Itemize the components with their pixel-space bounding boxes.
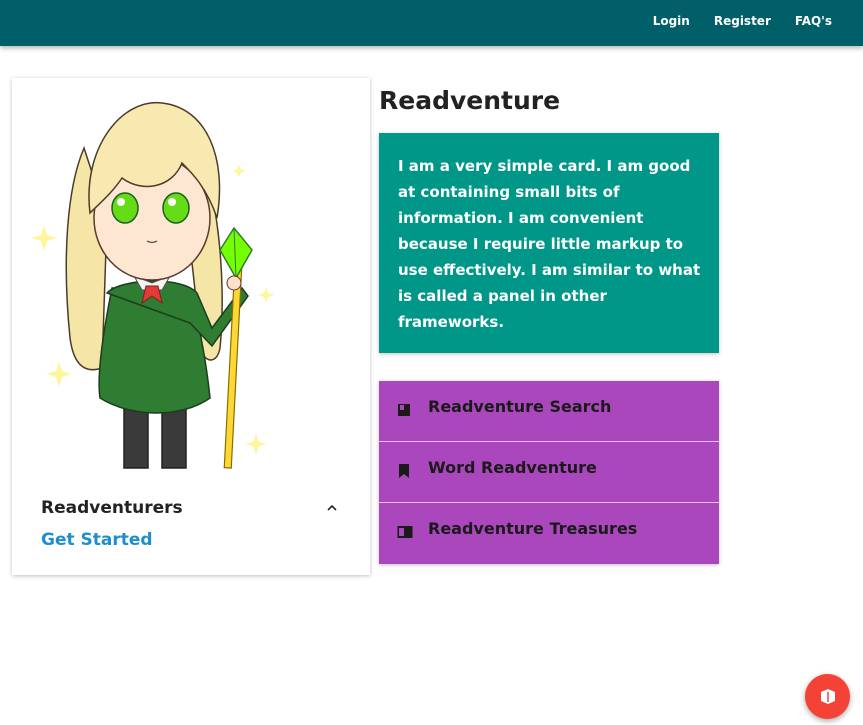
book-icon xyxy=(398,404,410,416)
nav-links: Login Register FAQ's xyxy=(653,0,832,42)
bookmark-icon xyxy=(399,464,409,478)
floating-action-button[interactable] xyxy=(805,674,850,719)
nav-faq-link[interactable]: FAQ's xyxy=(795,14,832,28)
menu-item-readventure-treasures[interactable]: Readventure Treasures xyxy=(379,503,719,564)
card-title: Readventurers xyxy=(41,498,183,518)
character-illustration xyxy=(31,102,274,469)
info-card-text: I am a very simple card. I am good at co… xyxy=(398,157,701,331)
get-started-link[interactable]: Get Started xyxy=(41,530,153,550)
chevron-up-icon[interactable] xyxy=(325,501,339,515)
menu-item-readventure-search[interactable]: Readventure Search xyxy=(379,381,719,442)
menu-item-label: Readventure Treasures xyxy=(428,519,638,538)
menu-item-word-readventure[interactable]: Word Readventure xyxy=(379,442,719,503)
nav-login-link[interactable]: Login xyxy=(653,14,690,28)
chrome-reader-mode-icon xyxy=(821,689,835,704)
top-navbar: Login Register FAQ's xyxy=(0,0,863,46)
menu-item-label: Readventure Search xyxy=(428,397,612,416)
menu-list: Readventure Search Word Readventure Read… xyxy=(379,381,719,564)
nav-register-link[interactable]: Register xyxy=(714,14,771,28)
info-card: I am a very simple card. I am good at co… xyxy=(379,133,719,353)
page-title: Readventure xyxy=(379,86,561,115)
profile-card: Readventurers Get Started xyxy=(12,78,370,575)
menu-item-label: Word Readventure xyxy=(428,458,597,477)
chrome-reader-mode-icon xyxy=(397,526,413,538)
